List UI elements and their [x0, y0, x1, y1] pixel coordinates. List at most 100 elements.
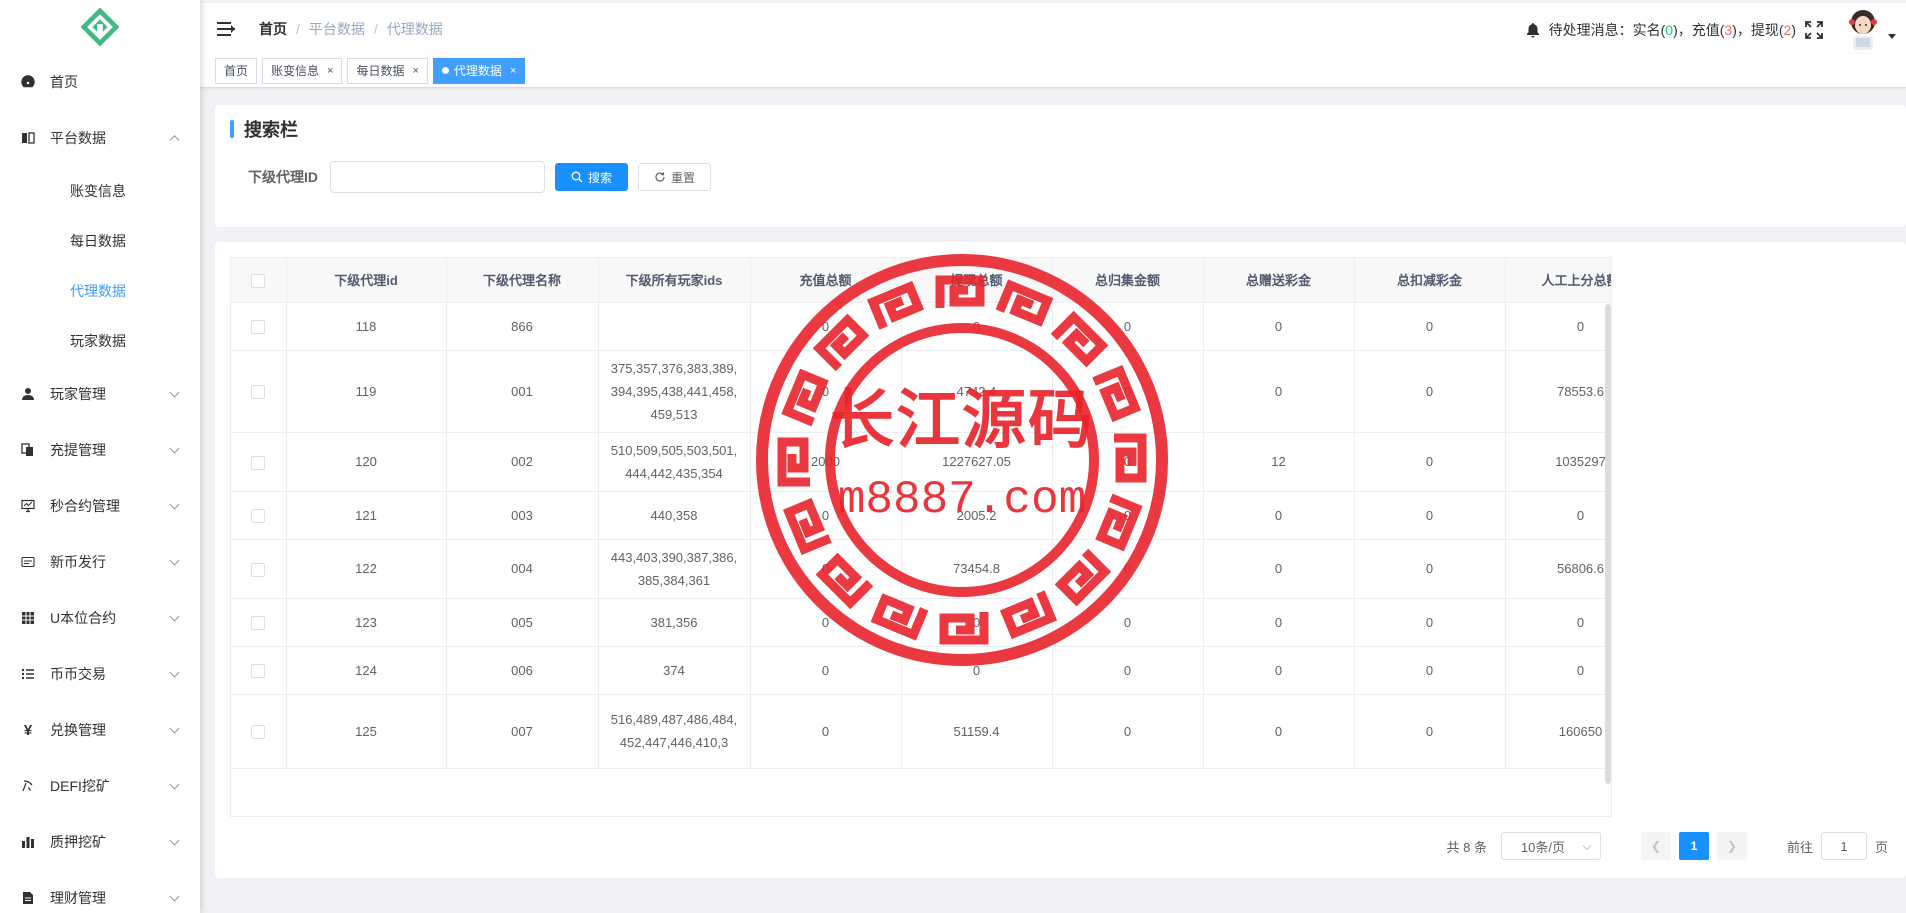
sidebar-item-label: 充提管理 — [50, 442, 106, 458]
cell-collect: 0 — [1052, 432, 1204, 492]
breadcrumb-item-home[interactable]: 首页 — [259, 19, 287, 39]
cell-bonus: 0 — [1203, 694, 1355, 769]
submenu-item-1[interactable]: 每日数据 — [0, 216, 200, 266]
cell-name: 002 — [446, 432, 599, 492]
sidebar-item-1[interactable]: 平台数据 — [0, 110, 200, 166]
row-checkbox[interactable] — [251, 509, 266, 524]
goto-page-input[interactable]: 1 — [1820, 832, 1867, 860]
tag-0[interactable]: 首页 — [215, 57, 258, 84]
row-select-cell — [231, 491, 287, 540]
search-title-text: 搜索栏 — [244, 120, 298, 140]
page-size-select[interactable]: 10条/页 — [1500, 832, 1601, 860]
sidebar-item-0[interactable]: 首页 — [0, 54, 200, 110]
search-button[interactable]: 搜索 — [555, 163, 629, 191]
avatar-caret-icon[interactable] — [1888, 33, 1896, 39]
cell-deduct: 0 — [1354, 539, 1506, 599]
cell-name: 005 — [446, 598, 599, 647]
cell-players: 510,509,505,503,501,444,442,435,354 — [598, 432, 751, 492]
app-logo[interactable] — [0, 0, 200, 54]
breadcrumb-item-platform: 平台数据 — [308, 20, 365, 37]
cell-name: 866 — [446, 302, 599, 351]
breadcrumb-item-current: 代理数据 — [386, 20, 443, 37]
table-body: 1188660000000下级用户119001375,357,376,383,3… — [231, 302, 1611, 769]
cell-withdraw: 51159.4 — [901, 694, 1053, 769]
notice-suffix: ) — [1791, 22, 1796, 38]
sidebar-item-6[interactable]: U本位合约 — [0, 590, 200, 646]
submenu-item-0[interactable]: 账变信息 — [0, 166, 200, 216]
agent-id-input[interactable] — [330, 161, 545, 193]
sidebar-item-7[interactable]: 币币交易 — [0, 646, 200, 702]
sidebar-item-8[interactable]: ¥ 兑换管理 — [0, 702, 200, 758]
select-all-checkbox[interactable] — [251, 273, 266, 288]
tag-1[interactable]: 账变信息 × — [262, 57, 343, 84]
cell-collect: 0 — [1052, 694, 1204, 769]
user-avatar[interactable] — [1844, 8, 1882, 52]
cell-manual_up: 1035297 — [1505, 432, 1611, 492]
close-icon[interactable]: × — [412, 59, 418, 83]
cell-players: 516,489,487,486,484,452,447,446,410,3 — [598, 694, 751, 769]
select-all-cell — [231, 258, 287, 303]
row-checkbox[interactable] — [251, 725, 266, 740]
cell-recharge: 0 — [750, 539, 902, 599]
row-checkbox[interactable] — [251, 616, 266, 631]
cell-recharge: 0 — [750, 302, 902, 351]
sidebar-item-label: 理财管理 — [50, 890, 106, 906]
sidebar-item-2[interactable]: 玩家管理 — [0, 366, 200, 422]
sidebar-item-3[interactable]: 充提管理 — [0, 422, 200, 478]
cell-name: 001 — [446, 350, 599, 433]
row-checkbox[interactable] — [251, 320, 266, 335]
table-row: 121003440,35802005.200000下级用户 — [231, 491, 1611, 540]
goto-suffix: 页 — [1874, 839, 1888, 855]
table-row: 120 002 510,509,505,503,501,444,442,435,35… — [231, 432, 1611, 492]
sidebar-item-label: 玩家管理 — [50, 386, 106, 402]
main-content: 搜索栏 下级代理ID 搜索 重置 下级代理id 下级代理名称 下级所有玩家ids… — [200, 88, 1906, 913]
chevron-down-icon — [169, 779, 180, 790]
dashboard-icon — [20, 74, 36, 90]
cell-bonus: 0 — [1203, 350, 1355, 433]
table-scrollbar[interactable] — [1605, 304, 1611, 784]
cell-manual_up: 0 — [1505, 491, 1611, 540]
row-checkbox[interactable] — [251, 562, 266, 577]
close-icon[interactable]: × — [327, 59, 333, 83]
header-right: 待处理消息：实名(0)，充值(3)，提现(2) — [1525, 3, 1896, 57]
cell-withdraw: 0 — [901, 598, 1053, 647]
row-checkbox[interactable] — [251, 385, 266, 400]
column-header: 充值总额 — [750, 258, 902, 303]
sidebar: 首页 平台数据 账变信息 每日数据 代理数据 玩家数据玩家管理充提管理秒合约管理新币发行 U… — [0, 0, 200, 913]
table-row: 1188660000000下级用户 — [231, 302, 1611, 351]
submenu-item-3[interactable]: 玩家数据 — [0, 316, 200, 366]
submenu-item-2[interactable]: 代理数据 — [0, 266, 200, 316]
cell-recharge: 0 — [750, 491, 902, 540]
cell-id: 118 — [286, 302, 447, 351]
column-header: 下级代理名称 — [446, 258, 599, 303]
chevron-down-icon — [1582, 841, 1592, 851]
prev-page-button[interactable]: ❮ — [1640, 832, 1671, 860]
fullscreen-icon[interactable] — [1804, 20, 1824, 40]
row-checkbox[interactable] — [251, 455, 266, 470]
next-page-button[interactable]: ❯ — [1716, 832, 1747, 860]
page-number-button[interactable]: 1 — [1678, 832, 1709, 860]
cell-recharge: 2000 — [750, 432, 902, 492]
pending-notice[interactable]: 待处理消息：实名(0)，充值(3)，提现(2) — [1525, 20, 1796, 40]
cell-withdraw: 2005.2 — [901, 491, 1053, 540]
table-row: 125 007 516,489,487,486,484,452,447,446,41… — [231, 694, 1611, 769]
tag-2[interactable]: 每日数据 × — [347, 57, 428, 84]
cell-withdraw: 0 — [901, 302, 1053, 351]
agent-id-label: 下级代理ID — [248, 169, 318, 185]
chevron-down-icon — [169, 723, 180, 734]
cell-id: 122 — [286, 539, 447, 599]
cell-withdraw: 4742.4 — [901, 350, 1053, 433]
sidebar-item-label: 新币发行 — [50, 554, 106, 570]
sidebar-item-11[interactable]: 理财管理 — [0, 870, 200, 913]
close-icon[interactable]: × — [510, 59, 516, 83]
reset-button[interactable]: 重置 — [638, 163, 712, 191]
sidebar-item-5[interactable]: 新币发行 — [0, 534, 200, 590]
sidebar-menu: 首页 平台数据 账变信息 每日数据 代理数据 玩家数据玩家管理充提管理秒合约管理新币发行 U… — [0, 54, 200, 913]
sidebar-item-10[interactable]: 质押挖矿 — [0, 814, 200, 870]
sidebar-item-4[interactable]: 秒合约管理 — [0, 478, 200, 534]
hamburger-toggle-icon[interactable] — [217, 21, 235, 36]
sidebar-item-9[interactable]: DEFI挖矿 — [0, 758, 200, 814]
tag-3[interactable]: 代理数据 × — [432, 57, 526, 84]
cell-manual_up: 160650 — [1505, 694, 1611, 769]
row-checkbox[interactable] — [251, 664, 266, 679]
